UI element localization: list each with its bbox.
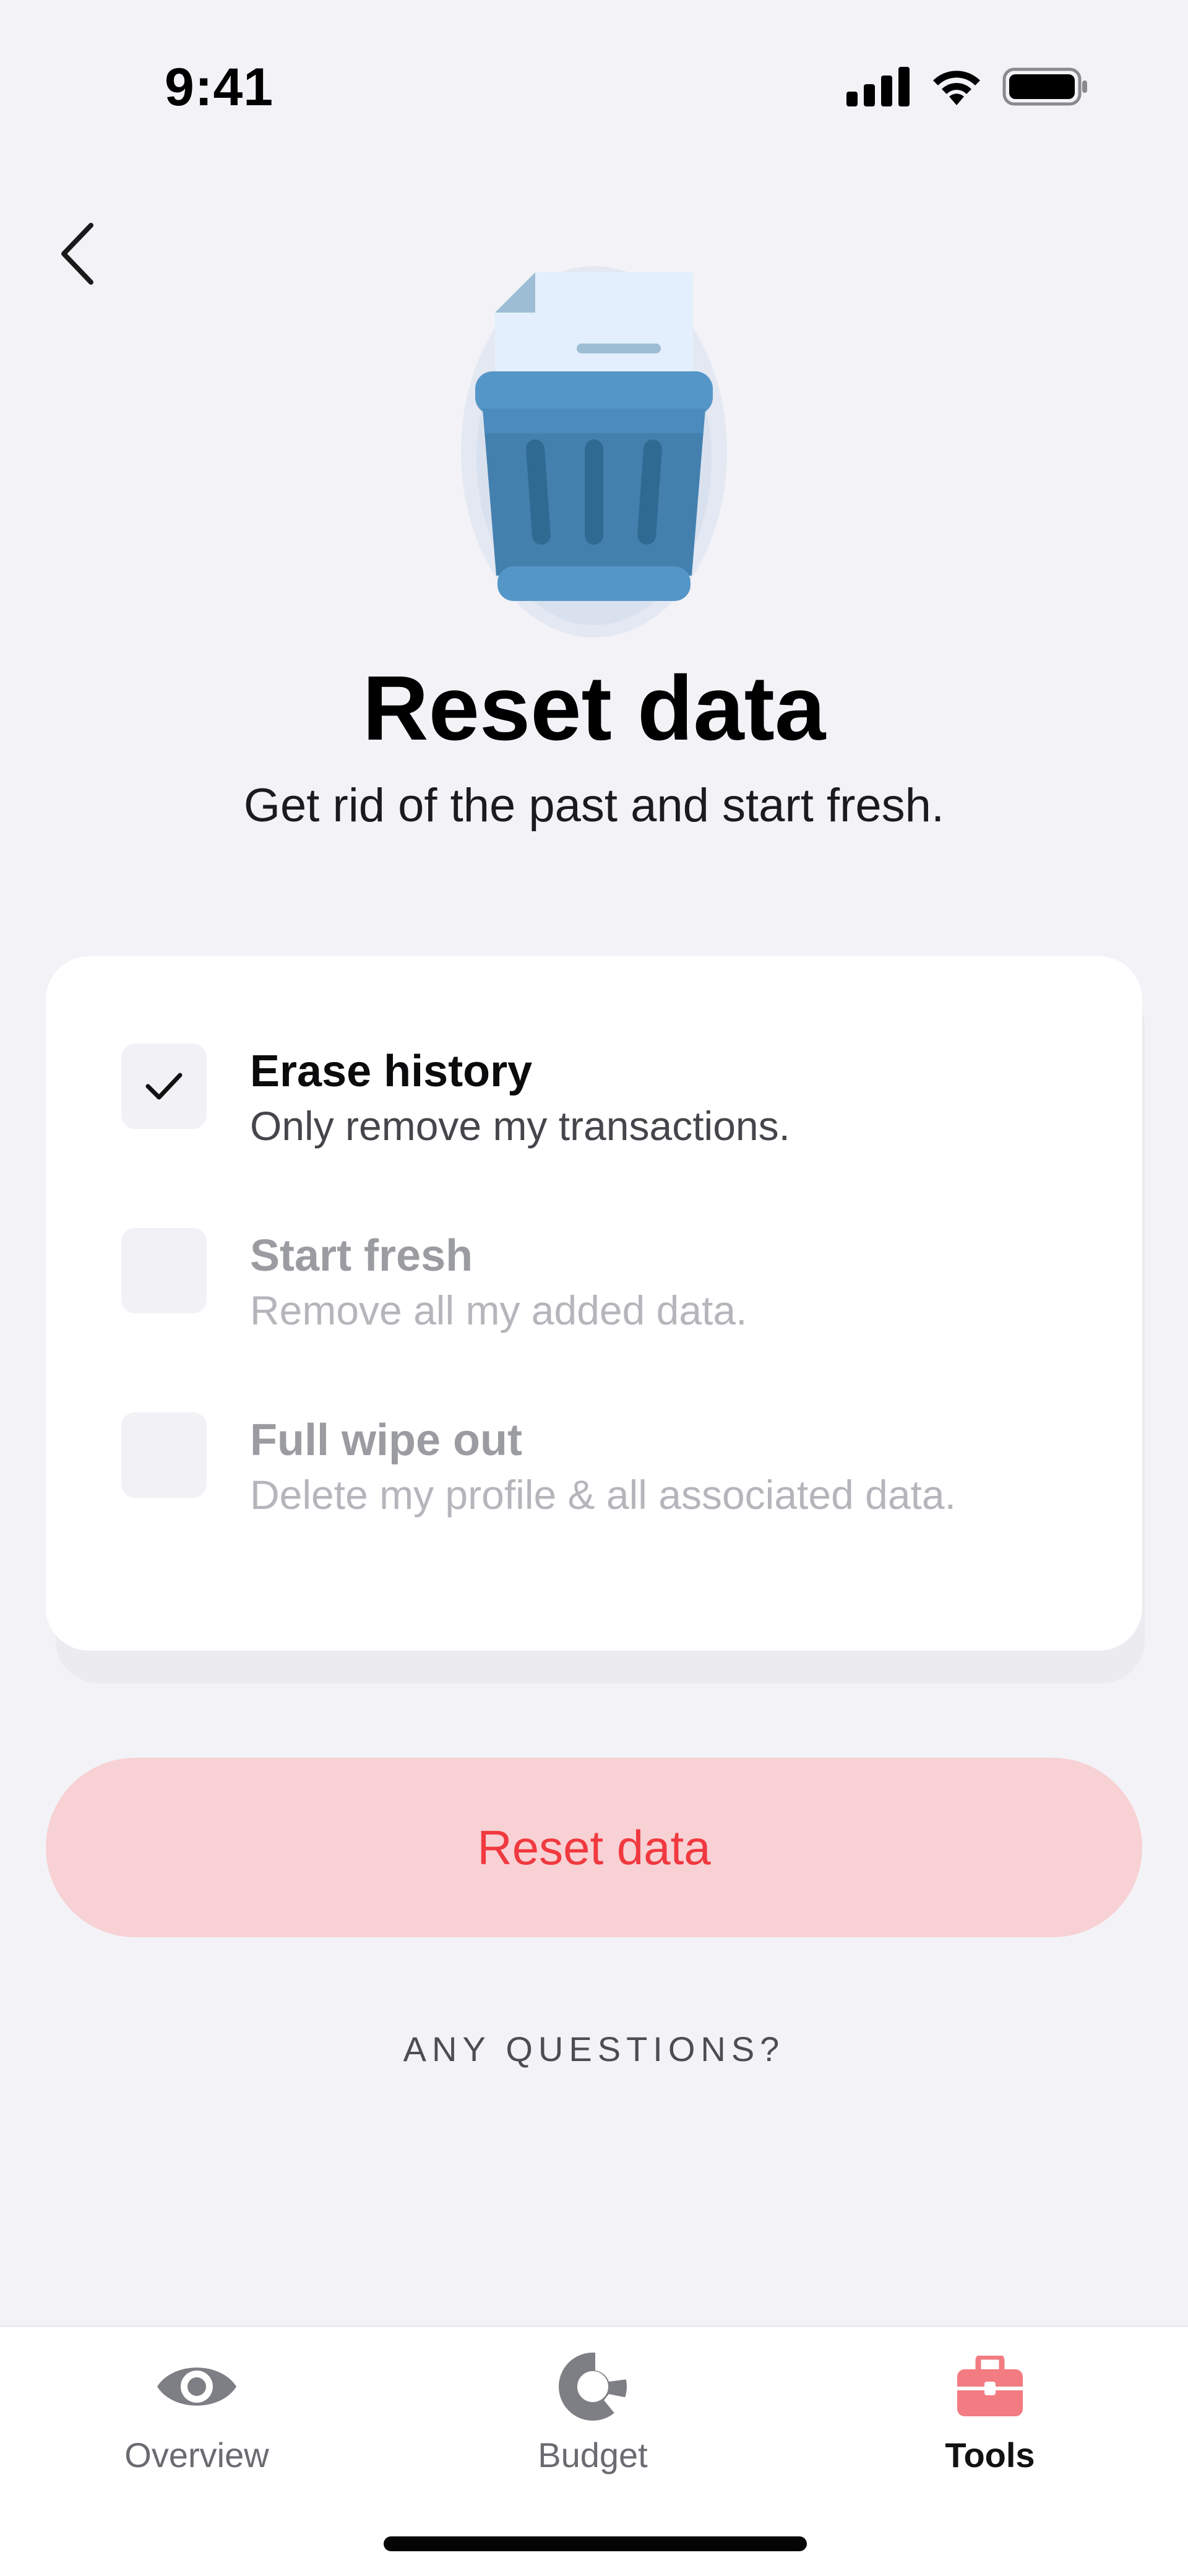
reset-data-screen: 9:41 Reset data Get rid of the past and … [0, 0, 1188, 2576]
option-full-wipe-out[interactable]: Full wipe out Delete my profile & all as… [121, 1412, 1049, 1520]
status-time: 9:41 [165, 58, 274, 117]
back-button[interactable] [50, 217, 105, 291]
option-description: Delete my profile & all associated data. [250, 1472, 956, 1518]
option-description: Only remove my transactions. [250, 1103, 790, 1149]
option-description: Remove all my added data. [250, 1287, 747, 1333]
option-start-fresh[interactable]: Start fresh Remove all my added data. [121, 1228, 1049, 1336]
tab-budget[interactable]: Budget [469, 2349, 717, 2475]
checkbox-erase-history[interactable] [121, 1044, 207, 1129]
option-title: Erase history [250, 1047, 533, 1096]
reset-data-button[interactable]: Reset data [46, 1758, 1142, 1937]
checkmark-icon [145, 1073, 183, 1100]
status-icons [846, 67, 1089, 106]
wifi-icon [933, 71, 980, 105]
tab-bar: Overview Budget Tools [0, 2325, 1188, 2576]
donut-chart-icon [559, 2352, 627, 2421]
eye-icon [157, 2367, 236, 2406]
signal-icon [846, 67, 910, 106]
battery-icon [1002, 67, 1087, 106]
checkbox-start-fresh[interactable] [121, 1228, 207, 1313]
page-title: Reset data [362, 657, 826, 759]
reset-options-card: Erase history Only remove my transaction… [46, 956, 1142, 1651]
option-title: Full wipe out [250, 1416, 522, 1465]
any-questions-link[interactable]: ANY QUESTIONS? [0, 2029, 1188, 2069]
home-indicator [384, 2536, 807, 2551]
option-title: Start fresh [250, 1231, 473, 1281]
tab-label: Overview [124, 2436, 269, 2474]
toolbox-icon [957, 2356, 1023, 2416]
page-subtitle: Get rid of the past and start fresh. [243, 779, 945, 832]
chevron-left-icon [61, 223, 93, 285]
trash-bin-icon [461, 266, 727, 638]
tab-overview[interactable]: Overview [73, 2349, 321, 2475]
checkbox-full-wipe-out[interactable] [121, 1412, 207, 1498]
tab-tools[interactable]: Tools [866, 2349, 1114, 2475]
tab-label: Tools [945, 2436, 1035, 2474]
tab-label: Budget [538, 2436, 648, 2474]
option-erase-history[interactable]: Erase history Only remove my transaction… [121, 1044, 1049, 1151]
